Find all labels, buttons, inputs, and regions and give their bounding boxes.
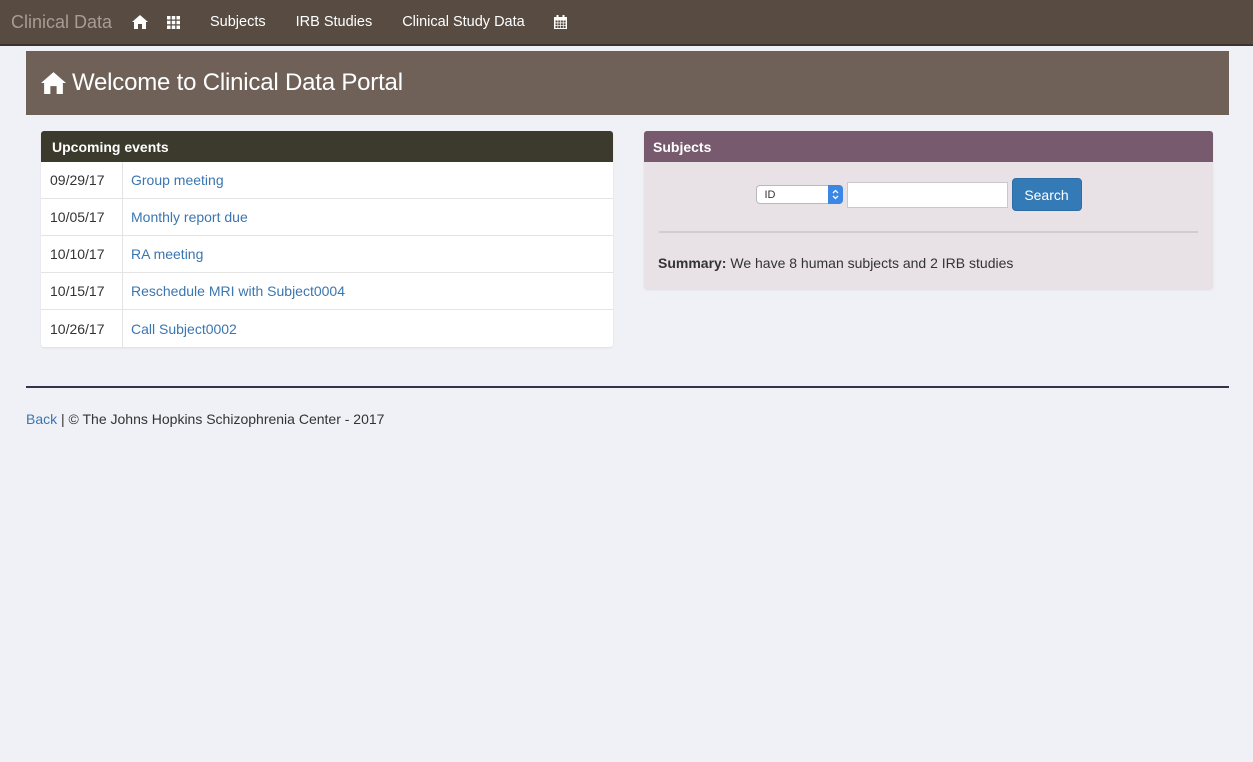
grid-icon[interactable] [166,0,180,45]
select-value: ID [764,188,776,201]
subject-search-form: ID Search [644,178,1213,211]
table-row: 10/10/17 RA meeting [41,236,613,273]
footer-divider [26,386,1229,388]
summary-value: We have 8 human subjects and 2 IRB studi… [726,255,1014,271]
navbar-brand[interactable]: Clinical Data [0,12,130,33]
welcome-banner: Welcome to Clinical Data Portal [26,51,1229,115]
summary-label: Summary: [658,255,727,271]
upcoming-events-panel: Upcoming events 09/29/17 Group meeting 1… [41,131,613,347]
subjects-heading: Subjects [644,131,1213,162]
summary-text: Summary: We have 8 human subjects and 2 … [658,255,1013,271]
home-icon [41,72,66,94]
events-table: 09/29/17 Group meeting 10/05/17 Monthly … [41,162,613,347]
event-date: 10/10/17 [41,236,123,272]
nav-clinical-study-data[interactable]: Clinical Study Data [402,14,525,30]
upcoming-events-heading: Upcoming events [41,131,613,162]
home-icon[interactable] [130,0,150,45]
nav-irb-studies[interactable]: IRB Studies [296,14,373,30]
table-row: 09/29/17 Group meeting [41,162,613,199]
nav-subjects[interactable]: Subjects [210,14,266,30]
table-row: 10/26/17 Call Subject0002 [41,310,613,347]
back-link[interactable]: Back [26,411,57,427]
footer: Back | © The Johns Hopkins Schizophrenia… [26,411,384,427]
page-title: Welcome to Clinical Data Portal [72,69,403,96]
event-link[interactable]: Monthly report due [123,199,248,235]
event-date: 09/29/17 [41,162,123,198]
subjects-panel: Subjects ID Search Summary: We have 8 hu… [644,131,1213,289]
copyright-text: | © The Johns Hopkins Schizophrenia Cent… [57,411,385,427]
table-row: 10/15/17 Reschedule MRI with Subject0004 [41,273,613,310]
event-link[interactable]: RA meeting [123,236,203,272]
search-input[interactable] [846,181,1008,208]
divider [659,231,1198,233]
chevron-up-down-icon [827,185,843,204]
table-row: 10/05/17 Monthly report due [41,199,613,236]
event-link[interactable]: Call Subject0002 [123,310,237,347]
event-link[interactable]: Group meeting [123,162,224,198]
search-field-select[interactable]: ID [755,185,843,204]
event-date: 10/15/17 [41,273,123,309]
search-button[interactable]: Search [1011,178,1082,211]
event-link[interactable]: Reschedule MRI with Subject0004 [123,273,345,309]
event-date: 10/26/17 [41,310,123,347]
top-navbar: Clinical Data Subjects IRB Studies Clini… [0,0,1253,46]
calendar-icon[interactable] [554,0,568,45]
event-date: 10/05/17 [41,199,123,235]
